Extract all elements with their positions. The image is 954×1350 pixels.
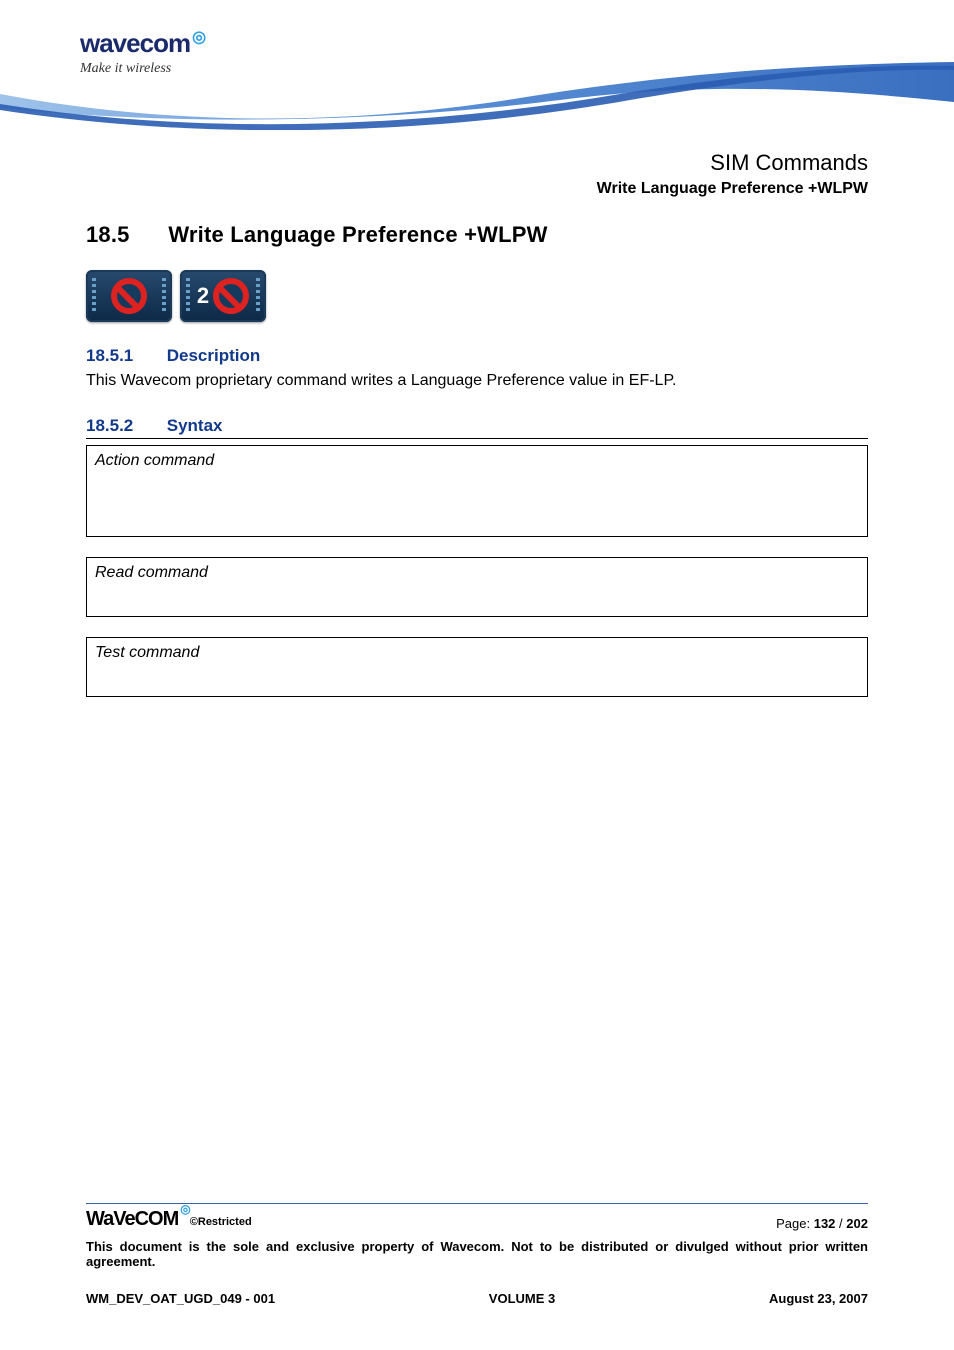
subsection-title: Syntax (167, 416, 223, 435)
footer-row-3: WM_DEV_OAT_UGD_049 - 001 VOLUME 3 August… (86, 1291, 868, 1306)
footer-left: WaVeCOM◎©Restricted (86, 1208, 252, 1231)
footer-restricted: ©Restricted (190, 1216, 252, 1228)
footer-logo: WaVeCOM◎ (86, 1208, 188, 1231)
page-current: 132 (814, 1216, 836, 1231)
action-command-box: Action command (86, 445, 868, 537)
footer-logo-text: WaVeCOM (86, 1208, 178, 1231)
section-heading: 18.5 Write Language Preference +WLPW (86, 222, 868, 248)
chip-number: 2 (197, 283, 209, 309)
section-title: Write Language Preference +WLPW (168, 222, 547, 247)
capability-chip-2: 2 (180, 270, 266, 322)
footer-volume: VOLUME 3 (489, 1291, 555, 1306)
capability-icons: 2 (86, 270, 868, 322)
subsection-heading-syntax: 18.5.2 Syntax (86, 416, 868, 439)
prohibit-icon (213, 278, 249, 314)
brand-swirl-icon: ◎ (192, 29, 205, 46)
read-command-label: Read command (95, 564, 859, 582)
subsection-number: 18.5.1 (86, 346, 162, 366)
footer-disclaimer: This document is the sole and exclusive … (86, 1239, 868, 1269)
footer-docid: WM_DEV_OAT_UGD_049 - 001 (86, 1291, 275, 1306)
page-sep: / (839, 1216, 843, 1231)
brand-name: wavecom (80, 28, 190, 58)
footer-row-1: WaVeCOM◎©Restricted Page: 132 / 202 (86, 1208, 868, 1231)
page-header: wavecom◎ Make it wireless (0, 0, 954, 130)
page-footer: WaVeCOM◎©Restricted Page: 132 / 202 This… (86, 1203, 868, 1306)
subsection-title: Description (167, 346, 261, 365)
action-command-label: Action command (95, 452, 859, 470)
subsection-number: 18.5.2 (86, 416, 162, 436)
test-command-box: Test command (86, 637, 868, 697)
footer-page: Page: 132 / 202 (776, 1216, 868, 1231)
restricted-text: Restricted (198, 1216, 252, 1228)
running-header-line1: SIM Commands (86, 150, 868, 176)
footer-rule (86, 1203, 868, 1204)
capability-chip-1 (86, 270, 172, 322)
section-number: 18.5 (86, 222, 162, 248)
read-command-box: Read command (86, 557, 868, 617)
page-label: Page: (776, 1216, 810, 1231)
prohibit-icon (111, 278, 147, 314)
page-total: 202 (846, 1216, 868, 1231)
page-content: SIM Commands Write Language Preference +… (0, 150, 954, 697)
banner-swoosh-icon (0, 58, 954, 130)
copyright-symbol: © (190, 1216, 198, 1228)
running-header: SIM Commands Write Language Preference +… (86, 150, 868, 198)
subsection-heading-description: 18.5.1 Description (86, 346, 868, 366)
footer-date: August 23, 2007 (769, 1291, 868, 1306)
header-banner (0, 58, 954, 130)
running-header-line2: Write Language Preference +WLPW (86, 180, 868, 198)
test-command-label: Test command (95, 644, 859, 662)
footer-swirl-icon: ◎ (180, 1202, 189, 1216)
description-text: This Wavecom proprietary command writes … (86, 370, 868, 392)
brand-logo: wavecom◎ (80, 28, 203, 59)
